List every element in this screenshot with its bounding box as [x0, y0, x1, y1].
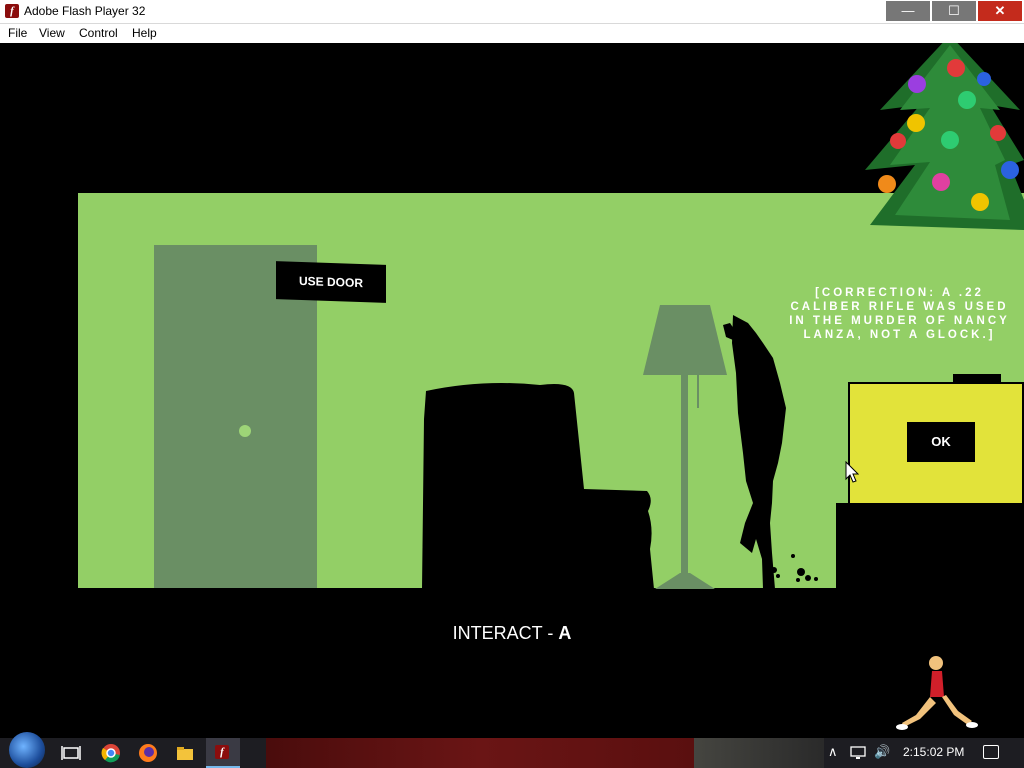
flash-player-taskbar-button[interactable]: f: [206, 738, 240, 768]
volume-icon[interactable]: 🔊: [874, 744, 890, 760]
minimize-button[interactable]: —: [886, 1, 930, 21]
window-title: Adobe Flash Player 32: [24, 4, 146, 18]
dancer-figure-icon: [896, 656, 978, 730]
tv-cabinet: [836, 503, 1024, 591]
close-button[interactable]: ✕: [978, 1, 1022, 21]
correction-text: [CORRECTION: A .22 CALIBER RIFLE WAS USE…: [789, 287, 1010, 341]
taskbar-background-strip: [266, 738, 694, 768]
menu-bar: File View Control Help: [0, 24, 1024, 43]
taskbar-background-strip-2: [694, 738, 824, 768]
network-icon[interactable]: [850, 745, 866, 761]
ok-button[interactable]: OK: [907, 422, 975, 462]
menu-view[interactable]: View: [39, 26, 65, 40]
interact-hint: INTERACT - A: [0, 623, 1024, 644]
tray-chevron-icon[interactable]: ∧: [828, 744, 838, 760]
taskbar-clock[interactable]: 2:15:02 PM: [903, 745, 964, 759]
menu-control[interactable]: Control: [79, 26, 118, 40]
interact-prefix: INTERACT -: [452, 623, 559, 643]
flash-player-icon: f: [5, 4, 19, 18]
flash-player-taskbar-icon: f: [215, 745, 229, 759]
blood-drops: [771, 554, 818, 582]
task-view-icon[interactable]: [61, 743, 81, 763]
firefox-icon[interactable]: [138, 743, 158, 763]
mouse-cursor-icon: [845, 461, 859, 483]
start-button[interactable]: [9, 732, 45, 768]
window-title-bar[interactable]: f Adobe Flash Player 32 — ☐ ✕: [0, 0, 1024, 24]
notification-icon[interactable]: [983, 745, 999, 759]
use-door-prompt[interactable]: USE DOOR: [276, 261, 386, 303]
file-explorer-icon[interactable]: [175, 743, 195, 763]
maximize-button[interactable]: ☐: [932, 1, 976, 21]
menu-file[interactable]: File: [8, 26, 27, 40]
interact-key: A: [558, 623, 572, 643]
armchair-silhouette: [422, 383, 654, 589]
menu-help[interactable]: Help: [132, 26, 157, 40]
christmas-tree-icon: [865, 43, 1024, 230]
chrome-icon[interactable]: [101, 743, 121, 763]
game-stage[interactable]: USE DOOR [CORRECTION: A .22 CALIBER RIFL…: [0, 43, 1024, 738]
door-knob: [239, 425, 251, 437]
taskbar: f ∧ 🔊 2:15:02 PM: [0, 732, 1024, 768]
